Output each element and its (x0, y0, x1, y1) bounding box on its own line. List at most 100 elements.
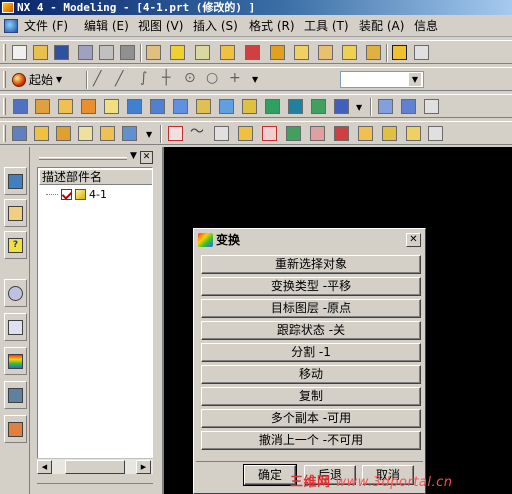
history-tab[interactable] (4, 279, 27, 307)
assembly-navigator-tab[interactable] (4, 167, 27, 195)
transform-icon[interactable] (245, 45, 260, 60)
open-icon[interactable] (33, 45, 48, 60)
chevron-down-icon[interactable]: ▼ (146, 130, 152, 139)
undo-last-button[interactable]: 撤消上一个 -不可用 (201, 431, 421, 450)
arc-line-icon[interactable]: ╱ (115, 72, 123, 87)
palette-tab[interactable] (4, 347, 27, 375)
point-set-icon[interactable] (168, 126, 183, 141)
offset-curve-icon[interactable] (262, 126, 277, 141)
dropdown-arrow-icon[interactable]: ▼ (409, 73, 421, 86)
reselect-objects-button[interactable]: 重新选择对象 (201, 255, 421, 274)
split-body-icon[interactable] (34, 126, 49, 141)
menu-app-icon[interactable] (4, 19, 18, 33)
boss-icon[interactable] (219, 99, 234, 114)
delete-icon[interactable] (120, 45, 135, 60)
trim-body-icon[interactable] (12, 126, 27, 141)
overflow-icon[interactable] (414, 45, 429, 60)
edit-object-icon[interactable] (294, 45, 309, 60)
hole-icon[interactable] (196, 99, 211, 114)
mirror-icon[interactable] (342, 45, 357, 60)
filter-dropdown[interactable]: ▼ (340, 71, 424, 88)
slot-icon[interactable] (288, 99, 303, 114)
measure-icon[interactable] (318, 45, 333, 60)
multiple-copies-button[interactable]: 多个副本 -可用 (201, 409, 421, 428)
start-button[interactable]: 起始 ▼ (8, 70, 66, 89)
destination-layer-button[interactable]: 目标图层 -原点 (201, 299, 421, 318)
groove-icon[interactable] (311, 99, 326, 114)
toolbar-grip[interactable] (3, 44, 6, 61)
copy-button[interactable]: 复制 (201, 387, 421, 406)
new-icon[interactable] (12, 45, 27, 60)
transform-type-button[interactable]: 变换类型 -平移 (201, 277, 421, 296)
navigator-tree[interactable]: 描述部件名 4-1 (37, 167, 153, 472)
thread-icon[interactable] (334, 99, 349, 114)
move-icon[interactable] (220, 45, 235, 60)
toolbar-grip[interactable] (3, 71, 6, 88)
pad-icon[interactable] (265, 99, 280, 114)
menu-file[interactable]: 文件 (F) (24, 19, 68, 33)
spline-icon[interactable]: ∫ (140, 71, 147, 86)
extract-icon[interactable] (358, 126, 373, 141)
edit-curve-icon[interactable] (406, 126, 421, 141)
section-icon[interactable] (334, 126, 349, 141)
ok-button[interactable]: 确定 (243, 464, 297, 486)
plus-icon[interactable]: + (229, 71, 241, 86)
save-icon[interactable] (54, 45, 69, 60)
intersect-icon[interactable] (310, 126, 325, 141)
menu-information[interactable]: 信息 (414, 19, 438, 33)
pocket-icon[interactable] (242, 99, 257, 114)
close-icon[interactable]: ✕ (406, 233, 421, 247)
pin-icon[interactable]: ▼ (127, 151, 140, 164)
tree-node[interactable]: 4-1 (46, 187, 107, 201)
subdivide-button[interactable]: 分割 -1 (201, 343, 421, 362)
scale-icon[interactable] (100, 126, 115, 141)
instance-icon[interactable] (122, 126, 137, 141)
chevron-down-icon[interactable]: ▼ (252, 75, 258, 84)
circle-center-icon[interactable]: ⊙ (184, 71, 196, 86)
bridge-icon[interactable] (214, 126, 229, 141)
scroll-thumb[interactable] (65, 460, 125, 474)
rotate-icon[interactable] (270, 45, 285, 60)
sphere-icon[interactable] (173, 99, 188, 114)
menu-edit[interactable]: 编辑 (E) (84, 19, 129, 33)
line-icon[interactable]: ╱ (93, 72, 101, 87)
menu-format[interactable]: 格式 (R) (249, 19, 295, 33)
extrude-icon[interactable] (13, 99, 28, 114)
copy-icon[interactable] (78, 45, 93, 60)
cone-icon[interactable] (150, 99, 165, 114)
toolbar-grip[interactable] (3, 98, 6, 115)
chevron-down-icon[interactable]: ▼ (356, 103, 362, 112)
feature-icon[interactable] (170, 45, 185, 60)
close-icon[interactable]: ✕ (140, 151, 153, 164)
offset-face-icon[interactable] (78, 126, 93, 141)
checkbox-checked-icon[interactable] (61, 188, 72, 200)
cylinder-icon[interactable] (127, 99, 142, 114)
overflow-icon[interactable] (424, 99, 439, 114)
sketch-icon[interactable] (146, 45, 161, 60)
selection-icon[interactable] (392, 45, 407, 60)
paste-icon[interactable] (99, 45, 114, 60)
toolbar-grip[interactable] (3, 125, 6, 142)
sweep-icon[interactable] (58, 99, 73, 114)
scroll-right-icon[interactable]: ▶ (136, 460, 151, 474)
revolve-icon[interactable] (35, 99, 50, 114)
part-navigator-tab[interactable] (4, 199, 27, 227)
column-header-description[interactable]: 描述部件名 (39, 169, 152, 185)
overflow-icon[interactable] (428, 126, 443, 141)
trace-status-button[interactable]: 跟踪状态 -关 (201, 321, 421, 340)
chamfer-icon[interactable] (401, 99, 416, 114)
wrap-icon[interactable] (382, 126, 397, 141)
navigator-grip[interactable] (39, 157, 127, 160)
move-button[interactable]: 移动 (201, 365, 421, 384)
dialog-title-bar[interactable]: 变换 ✕ (196, 231, 423, 249)
circle-icon[interactable]: ○ (206, 71, 218, 86)
shell-icon[interactable] (56, 126, 71, 141)
tools-tab[interactable] (4, 381, 27, 409)
join-icon[interactable] (286, 126, 301, 141)
roles-tab[interactable] (4, 415, 27, 443)
menu-insert[interactable]: 插入 (S) (193, 19, 238, 33)
cross-point-icon[interactable]: ┼ (162, 71, 170, 86)
project-icon[interactable] (238, 126, 253, 141)
block-icon[interactable] (104, 99, 119, 114)
menu-tools[interactable]: 工具 (T) (304, 19, 349, 33)
